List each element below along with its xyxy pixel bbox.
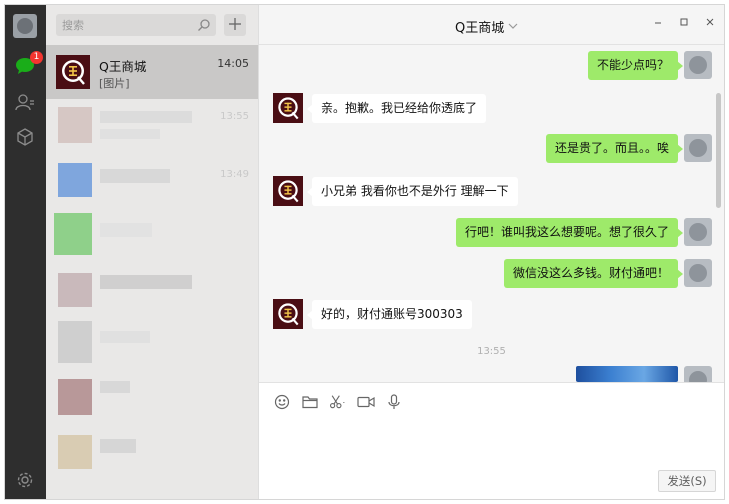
microphone-icon[interactable] [385, 393, 403, 411]
self-avatar[interactable] [684, 218, 712, 246]
message-scrollbar[interactable] [716, 93, 721, 208]
blurred-text [100, 223, 152, 237]
blurred-avatar [58, 163, 92, 197]
add-conversation-button[interactable] [224, 14, 246, 36]
conversation-name: Q王商城 [99, 59, 147, 74]
shop-logo-avatar [56, 55, 90, 89]
blurred-text [100, 111, 192, 123]
self-avatar[interactable] [684, 134, 712, 162]
message-input-area[interactable]: 发送(S) [259, 382, 724, 499]
conversation-item-blurred[interactable] [46, 369, 258, 423]
message-timestamp: 13:55 [477, 346, 506, 357]
conversation-item-blurred[interactable] [46, 315, 258, 369]
blurred-text [100, 439, 136, 453]
message-bubble-other[interactable]: 亲。抱歉。我已经给你透底了 [306, 94, 487, 123]
blurred-text [100, 331, 150, 343]
chat-pane: Q王商城 不能少点吗？ 亲。抱歉。我已经给你透底了 还是贵了。而且。。唉 小兄弟… [258, 5, 724, 499]
blurred-avatar [54, 213, 92, 255]
conversation-time: 13:49 [220, 169, 249, 180]
blurred-avatar [58, 273, 92, 307]
folder-icon[interactable] [301, 393, 319, 411]
conversation-item-blurred[interactable] [46, 207, 258, 261]
minimize-icon[interactable] [650, 14, 666, 30]
maximize-icon[interactable] [676, 14, 692, 30]
input-toolbar [273, 393, 403, 411]
collections-icon[interactable] [14, 126, 36, 148]
chat-header: Q王商城 [259, 5, 724, 45]
conversation-time: 14:05 [217, 57, 249, 70]
message-bubble-self[interactable]: 还是贵了。而且。。唉 [545, 134, 684, 163]
search-icon[interactable] [197, 18, 211, 32]
send-button[interactable]: 发送(S) [658, 470, 716, 492]
shop-logo-avatar[interactable] [273, 176, 303, 206]
blurred-text [100, 275, 192, 289]
window-controls [650, 14, 718, 30]
self-avatar[interactable] [684, 51, 712, 79]
navigation-sidebar: 1 [5, 5, 46, 499]
search-box [56, 14, 216, 36]
conversation-time: 13:55 [220, 111, 249, 122]
user-avatar[interactable] [13, 14, 37, 38]
scissors-icon[interactable] [329, 393, 347, 411]
self-avatar[interactable] [684, 259, 712, 287]
chevron-down-icon[interactable] [508, 19, 518, 34]
blurred-avatar [58, 321, 92, 363]
close-icon[interactable] [702, 14, 718, 30]
blurred-text [100, 129, 160, 139]
shop-logo-avatar[interactable] [273, 299, 303, 329]
emoji-icon[interactable] [273, 393, 291, 411]
blurred-avatar [58, 107, 92, 143]
conversation-item-blurred[interactable]: 13:49 [46, 153, 258, 207]
self-avatar[interactable] [684, 366, 712, 382]
search-input[interactable] [56, 14, 186, 36]
message-bubble-self[interactable]: 不能少点吗？ [587, 51, 684, 80]
settings-gear-icon[interactable] [14, 469, 36, 491]
chat-title[interactable]: Q王商城 [455, 17, 518, 36]
chat-title-text: Q王商城 [455, 21, 505, 36]
conversation-preview: [图片] [99, 77, 130, 90]
shop-logo-avatar[interactable] [273, 93, 303, 123]
conversation-item-blurred[interactable]: 13:55 [46, 99, 258, 153]
video-call-icon[interactable] [357, 393, 375, 411]
plus-icon [229, 17, 241, 33]
conversation-item-qwang[interactable]: Q王商城 [图片] 14:05 [46, 45, 258, 99]
wechat-window: 1 搜索 Q王商城 [图片] 14:05 13:55 13:49 Q王商城 不能… [4, 4, 725, 500]
message-list: 不能少点吗？ 亲。抱歉。我已经给你透底了 还是贵了。而且。。唉 小兄弟 我看你也… [259, 45, 724, 382]
image-message[interactable] [576, 366, 678, 382]
search-bar [46, 5, 258, 45]
message-bubble-self[interactable]: 微信没这么多钱。财付通吧！ [503, 259, 684, 288]
blurred-text [100, 381, 130, 393]
conversation-list: Q王商城 [图片] 14:05 13:55 13:49 [46, 5, 258, 499]
message-bubble-other[interactable]: 好的，财付通账号300303 [307, 300, 472, 329]
conversation-item-blurred[interactable] [46, 423, 258, 477]
blurred-avatar [58, 379, 92, 415]
blurred-text [100, 169, 170, 183]
contacts-icon[interactable] [14, 91, 36, 113]
message-bubble-other[interactable]: 小兄弟 我看你也不是外行 理解一下 [307, 177, 518, 206]
conversation-item-blurred[interactable] [46, 261, 258, 315]
blurred-avatar [58, 435, 92, 469]
unread-badge: 1 [30, 51, 43, 64]
message-bubble-self[interactable]: 行吧！谁叫我这么想要呢。想了很久了 [455, 218, 684, 247]
